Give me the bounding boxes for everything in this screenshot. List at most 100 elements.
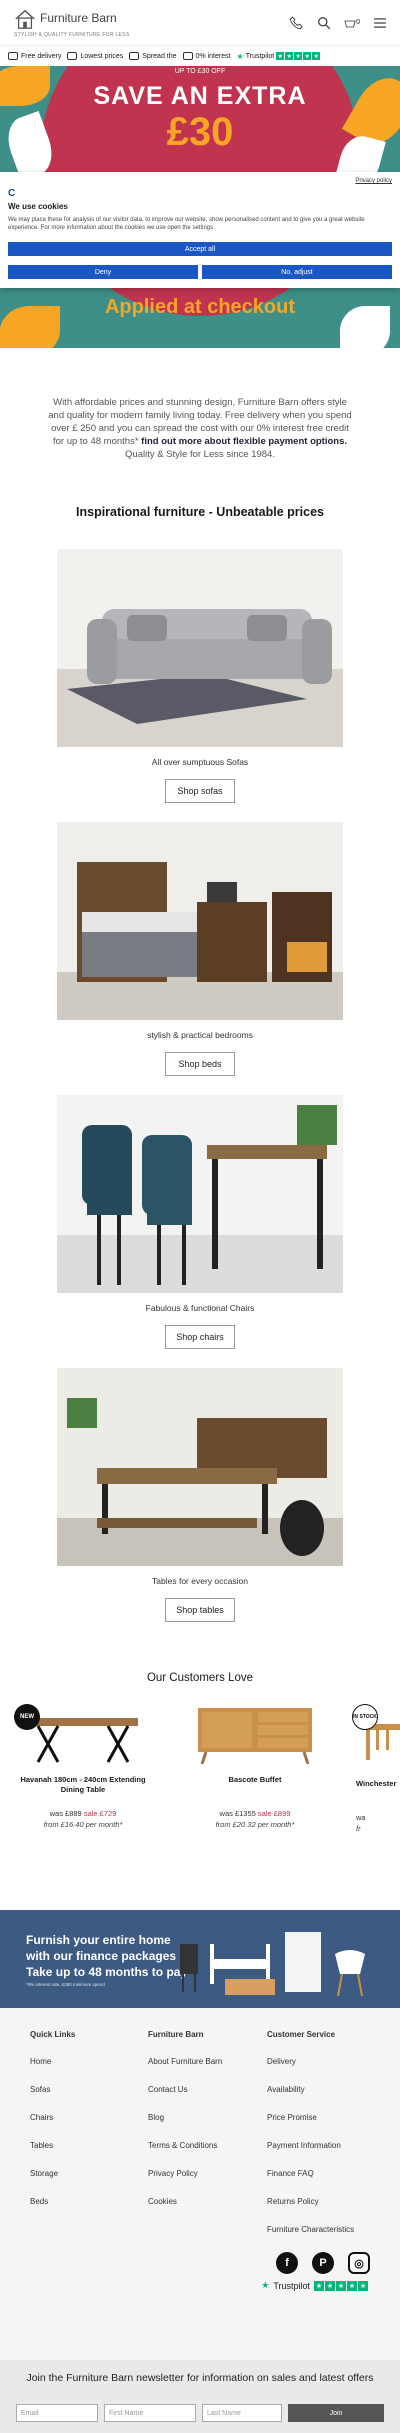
promo-title: SAVE AN EXTRA xyxy=(93,82,307,110)
product-was-price: was £1355 xyxy=(219,1809,256,1818)
sofa-image[interactable] xyxy=(57,549,343,747)
star-icon: ★ xyxy=(347,2280,357,2291)
newsletter: Join the Furniture Barn newsletter for i… xyxy=(0,2360,400,2433)
product-card[interactable]: IN STOCK Winchester wa fr xyxy=(352,1704,400,1833)
first-name-field[interactable]: First Name xyxy=(104,2404,196,2422)
product-sale-price: sale £899 xyxy=(257,1809,291,1818)
menu-icon[interactable] xyxy=(372,15,388,31)
footer-link-beds[interactable]: Beds xyxy=(30,2197,75,2225)
site-header: Furniture Barn STYLISH & QUALITY FURNITU… xyxy=(0,0,400,46)
star-icon: ★ xyxy=(276,52,285,60)
footer-link-delivery[interactable]: Delivery xyxy=(267,2057,354,2085)
star-icon: ★ xyxy=(358,2280,368,2291)
cookie-dialog: Privacy policy C We use cookies We may p… xyxy=(0,172,400,288)
footer-link-blog[interactable]: Blog xyxy=(148,2113,222,2141)
newsletter-title: Join the Furniture Barn newsletter for i… xyxy=(26,2372,374,2384)
deny-button[interactable]: Deny xyxy=(8,265,198,279)
last-name-field[interactable]: Last Name xyxy=(202,2404,282,2422)
usp-spread-label: Spread the xyxy=(142,52,177,60)
email-field[interactable]: Email xyxy=(16,2404,98,2422)
join-button[interactable]: Join xyxy=(288,2404,384,2422)
usp-interest-label: 0% interest xyxy=(195,52,231,60)
facebook-icon[interactable]: f xyxy=(276,2252,298,2274)
usp-interest: 0% interest xyxy=(182,52,231,60)
bedroom-image[interactable] xyxy=(57,822,343,1020)
footer-link-privacy[interactable]: Privacy Policy xyxy=(148,2169,222,2197)
product-finance: fr xyxy=(356,1824,361,1833)
footer-link-home[interactable]: Home xyxy=(30,2057,75,2085)
footer-link-cookies[interactable]: Cookies xyxy=(148,2197,222,2225)
category-beds: stylish & practical bedrooms Shop beds xyxy=(0,822,400,1076)
category-caption: All over sumptuous Sofas xyxy=(151,757,249,767)
footer-link-finance-faq[interactable]: Finance FAQ xyxy=(267,2169,354,2197)
shop-tables-button[interactable]: Shop tables xyxy=(165,1598,235,1622)
chairs-image[interactable] xyxy=(57,1095,343,1293)
percent-icon xyxy=(182,52,193,60)
usp-delivery: Free delivery xyxy=(8,52,61,60)
buffet-image xyxy=(198,1708,312,1765)
product-carousel: NEW Havanah 180cm - 240cm Extending Dini… xyxy=(0,1704,400,1854)
promo-amount: £30 xyxy=(166,110,234,154)
shop-sofas-button[interactable]: Shop sofas xyxy=(165,779,235,803)
footer-link-characteristics[interactable]: Furniture Characteristics xyxy=(267,2225,354,2253)
quick-links-title: Quick Links xyxy=(30,2030,76,2039)
footer-link-sofas[interactable]: Sofas xyxy=(30,2085,75,2113)
quick-links-column: Quick Links Home Sofas Chairs Tables Sto… xyxy=(30,2030,75,2225)
product-was-price: wa xyxy=(356,1813,366,1822)
category-tables: Tables for every occasion Shop tables xyxy=(0,1368,400,1622)
usp-lowest-label: Lowest prices xyxy=(80,52,124,60)
footer-link-contact[interactable]: Contact Us xyxy=(148,2085,222,2113)
pinterest-icon[interactable]: P xyxy=(312,2252,334,2274)
footer-link-tables[interactable]: Tables xyxy=(30,2141,75,2169)
footer-link-availability[interactable]: Availability xyxy=(267,2085,354,2113)
section-title: Inspirational furniture - Unbeatable pri… xyxy=(76,505,324,519)
trustpilot-star-icon: ★ xyxy=(236,51,244,61)
customer-service-column: Customer Service Delivery Availability P… xyxy=(267,2030,354,2253)
trustpilot-rating[interactable]: ★ Trustpilot ★ ★ ★ ★ ★ xyxy=(261,2280,368,2291)
tables-image[interactable] xyxy=(57,1368,343,1566)
finance-banner[interactable]: Furnish your entire home with our financ… xyxy=(0,1910,400,2008)
cookie-logo-icon: C xyxy=(8,188,16,199)
promo-footer-text: Applied at checkout xyxy=(104,296,296,318)
footer-link-returns[interactable]: Returns Policy xyxy=(267,2197,354,2225)
logo[interactable]: Furniture Barn STYLISH & QUALITY FURNITU… xyxy=(14,8,129,38)
footer-link-storage[interactable]: Storage xyxy=(30,2169,75,2197)
category-caption: stylish & practical bedrooms xyxy=(147,1030,253,1040)
star-icon: ★ xyxy=(312,52,321,60)
category-sofas: All over sumptuous Sofas Shop sofas xyxy=(0,549,400,803)
in-stock-badge: IN STOCK xyxy=(352,1704,378,1730)
shop-beds-button[interactable]: Shop beds xyxy=(165,1052,235,1076)
phone-icon[interactable] xyxy=(288,15,304,31)
basket-count: 0 xyxy=(356,19,360,26)
star-icon: ★ xyxy=(303,52,312,60)
footer-link-payment[interactable]: Payment Information xyxy=(267,2141,354,2169)
flexible-payment-link[interactable]: find out more about flexible payment opt… xyxy=(141,436,347,447)
finance-small-print: *0% interest rate, £250 minimum spend xyxy=(26,1982,105,1987)
category-chairs: Fabulous & functional Chairs Shop chairs xyxy=(0,1095,400,1349)
promo-small-text: UP TO £30 OFF xyxy=(174,68,226,75)
card-icon xyxy=(129,52,140,60)
product-card[interactable]: Bascote Buffet was £1355 sale £899 from … xyxy=(190,1704,320,1829)
basket-icon[interactable]: 0 xyxy=(344,15,360,31)
social-links: f P ◎ xyxy=(276,2252,370,2274)
new-badge: NEW xyxy=(14,1704,40,1730)
star-icon: ★ xyxy=(294,52,303,60)
product-was-price: was £889 xyxy=(49,1809,82,1818)
footer-link-about[interactable]: About Furniture Barn xyxy=(148,2057,222,2085)
product-name: Winchester xyxy=(356,1779,397,1788)
adjust-button[interactable]: No, adjust xyxy=(202,265,392,279)
cookie-text: We may place these for analysis of our v… xyxy=(8,217,365,231)
instagram-icon[interactable]: ◎ xyxy=(348,2252,370,2274)
star-icon: ★ xyxy=(285,52,294,60)
accept-all-button[interactable]: Accept all xyxy=(8,242,392,256)
footer-link-price-promise[interactable]: Price Promise xyxy=(267,2113,354,2141)
search-icon[interactable] xyxy=(316,15,332,31)
footer-link-chairs[interactable]: Chairs xyxy=(30,2113,75,2141)
shop-chairs-button[interactable]: Shop chairs xyxy=(165,1325,235,1349)
footer-link-terms[interactable]: Terms & Conditions xyxy=(148,2141,222,2169)
trustpilot-mini[interactable]: ★ Trustpilot ★ ★ ★ ★ ★ xyxy=(237,52,321,61)
privacy-policy-link[interactable]: Privacy policy xyxy=(355,178,392,184)
truck-icon xyxy=(8,52,18,60)
star-icon: ★ xyxy=(314,2280,324,2291)
product-card[interactable]: NEW Havanah 180cm - 240cm Extending Dini… xyxy=(14,1704,148,1829)
